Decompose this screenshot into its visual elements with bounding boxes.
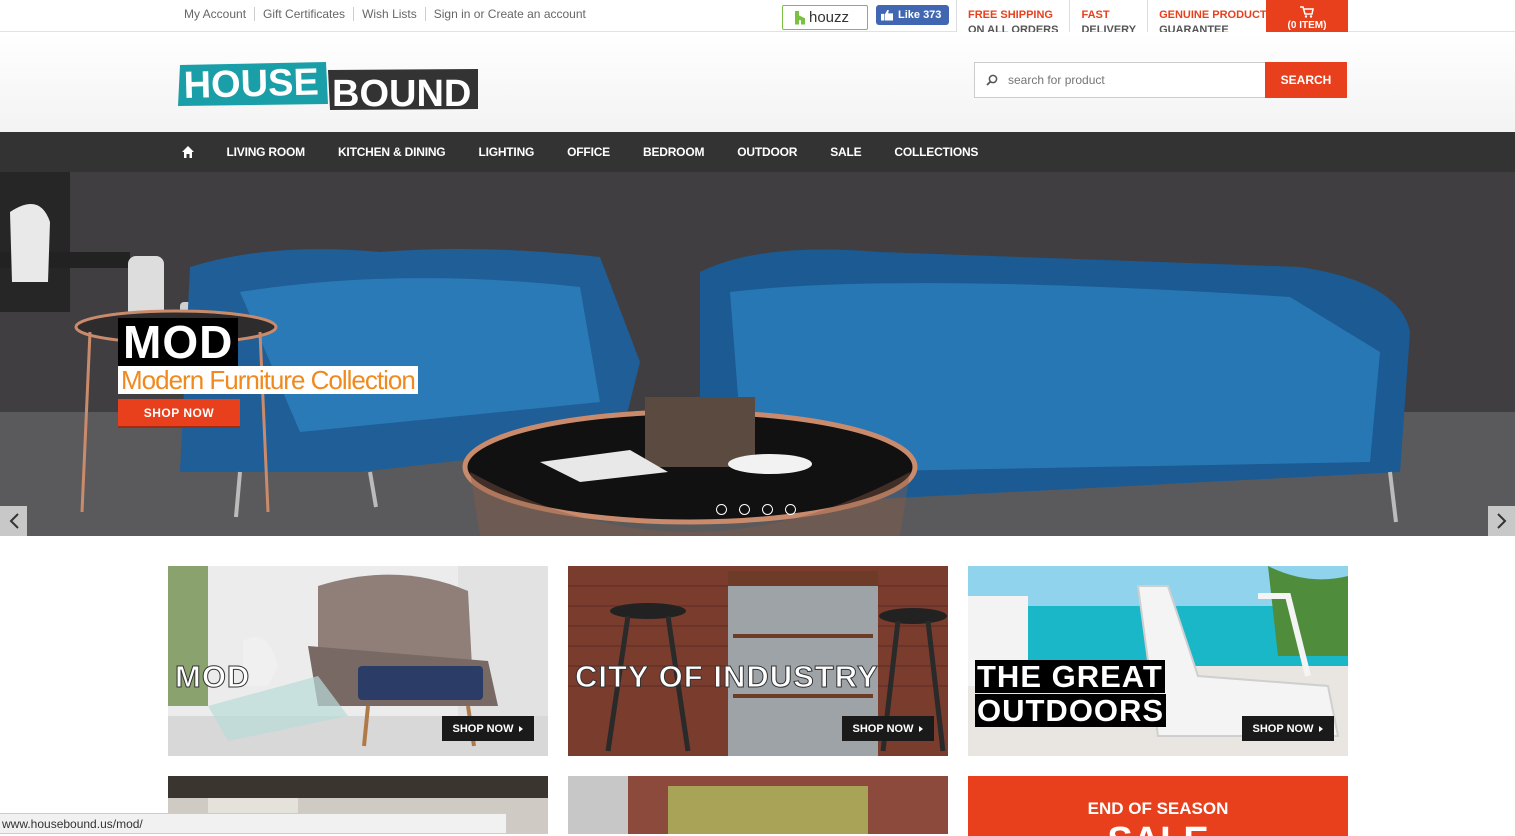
slider-dots <box>716 504 796 515</box>
search-button[interactable]: SEARCH <box>1265 62 1347 98</box>
nav-outdoor[interactable]: OUTDOOR <box>721 145 814 159</box>
search-box <box>974 62 1266 98</box>
tile-outdoors-title: THE GREAT OUTDOORS <box>975 659 1167 728</box>
cart-icon <box>1300 6 1314 18</box>
tile-outdoors-title-line1: THE GREAT <box>975 659 1165 694</box>
row2-middle-tile-image <box>568 776 948 834</box>
button-label: SHOP NOW <box>452 722 514 735</box>
hero-shop-now-button[interactable]: SHOP NOW <box>118 399 240 428</box>
nav-sale[interactable]: SALE <box>814 145 878 159</box>
nav-bedroom[interactable]: BEDROOM <box>626 145 720 159</box>
nav-lighting[interactable]: LIGHTING <box>462 145 551 159</box>
facebook-like-count: Like 373 <box>898 9 942 21</box>
slider-prev-button[interactable] <box>0 506 27 536</box>
houzz-badge[interactable]: houzz <box>782 5 868 30</box>
slider-dot[interactable] <box>716 504 727 515</box>
tile-mod-title: MOD <box>174 659 251 694</box>
benefit-heading: FAST <box>1081 9 1110 21</box>
slider-dot[interactable] <box>785 504 796 515</box>
tile-outdoors-shop-now-button[interactable]: SHOP NOW <box>1242 716 1334 741</box>
housebound-logo[interactable]: HOUSE BOUND <box>178 32 480 112</box>
nav-collections[interactable]: COLLECTIONS <box>878 145 995 159</box>
facebook-like-button[interactable]: Like 373 <box>876 5 949 25</box>
triangle-right-icon <box>1319 725 1324 732</box>
chevron-right-icon <box>1496 513 1506 529</box>
houzz-icon <box>795 10 805 25</box>
nav-office[interactable]: OFFICE <box>551 145 627 159</box>
tile-the-great-outdoors[interactable]: THE GREAT OUTDOORS SHOP NOW <box>968 566 1348 756</box>
chevron-left-icon <box>9 513 19 529</box>
gift-certificates-link[interactable]: Gift Certificates <box>254 7 353 21</box>
slider-dot[interactable] <box>739 504 750 515</box>
tile-row2-middle[interactable] <box>568 776 948 834</box>
end-of-season-sale-banner[interactable]: END OF SEASON SALE <box>968 776 1348 836</box>
thumbs-up-icon <box>881 9 893 21</box>
tile-city-of-industry-shop-now-button[interactable]: SHOP NOW <box>842 716 934 741</box>
tile-city-of-industry[interactable]: CITY OF INDUSTRY SHOP NOW <box>568 566 948 756</box>
nav-kitchen-dining[interactable]: KITCHEN & DINING <box>321 145 461 159</box>
benefit-heading: FREE SHIPPING <box>968 9 1053 21</box>
my-account-link[interactable]: My Account <box>176 7 254 21</box>
button-label: SHOP NOW <box>852 722 914 735</box>
sale-heading: END OF SEASON <box>1087 799 1229 818</box>
tile-city-of-industry-title: CITY OF INDUSTRY <box>575 659 879 694</box>
hero-subtitle: Modern Furniture Collection <box>118 366 418 394</box>
triangle-right-icon <box>919 725 924 732</box>
nav-living-room[interactable]: LIVING ROOM <box>210 145 321 159</box>
houzz-label: houzz <box>809 9 850 26</box>
sign-in-link[interactable]: Sign in or Create an account <box>424 7 594 21</box>
main-nav: LIVING ROOM KITCHEN & DINING LIGHTING OF… <box>0 132 1515 172</box>
browser-status-url: www.housebound.us/mod/ <box>0 813 507 834</box>
home-icon[interactable] <box>181 145 195 159</box>
tile-mod[interactable]: MOD SHOP NOW <box>168 566 548 756</box>
hero-title: MOD <box>118 318 239 366</box>
search-icon <box>986 74 998 86</box>
triangle-right-icon <box>519 725 524 732</box>
button-label: SHOP NOW <box>1252 722 1314 735</box>
search-input[interactable] <box>1008 63 1258 97</box>
wish-lists-link[interactable]: Wish Lists <box>353 7 425 21</box>
slider-next-button[interactable] <box>1488 506 1515 536</box>
logo-word-bound: BOUND <box>332 73 471 112</box>
tile-outdoors-title-line2: OUTDOORS <box>975 693 1167 728</box>
cart-count: (0 ITEM) <box>1287 20 1327 31</box>
tile-mod-shop-now-button[interactable]: SHOP NOW <box>442 716 534 741</box>
logo-word-house: HOUSE <box>183 61 319 107</box>
benefit-heading: GENUINE PRODUCT <box>1159 9 1267 21</box>
account-links: My Account Gift Certificates Wish Lists … <box>176 7 594 21</box>
slider-dot[interactable] <box>762 504 773 515</box>
